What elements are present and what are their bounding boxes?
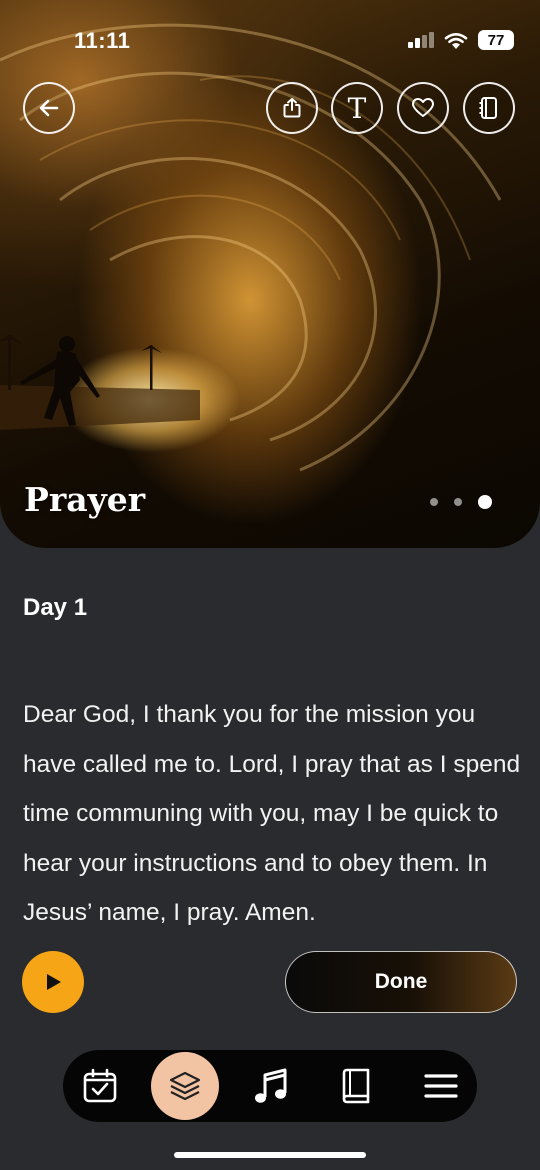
tab-menu[interactable] xyxy=(406,1050,476,1122)
arrow-left-icon xyxy=(39,99,59,117)
notebook-icon xyxy=(479,97,497,119)
wave-illustration xyxy=(0,23,502,472)
prayer-text: Dear God, I thank you for the mission yo… xyxy=(23,701,521,926)
carousel-dot[interactable] xyxy=(454,498,462,506)
tab-plan[interactable] xyxy=(65,1050,135,1122)
heart-icon xyxy=(412,98,434,117)
tab-layers[interactable] xyxy=(150,1050,220,1122)
hero-image: 11:11 77 T Prayer xyxy=(0,0,540,548)
share-button[interactable] xyxy=(266,82,318,134)
hero-title: Prayer xyxy=(24,480,146,519)
tab-music[interactable] xyxy=(236,1050,306,1122)
signal-icon xyxy=(408,32,434,48)
text-size-icon: T xyxy=(347,91,367,125)
wifi-icon xyxy=(444,32,468,49)
status-icons: 77 xyxy=(408,30,514,50)
battery-indicator: 77 xyxy=(478,30,514,50)
calendar-check-icon xyxy=(83,1068,117,1103)
home-indicator xyxy=(174,1152,366,1158)
carousel-dot-active[interactable] xyxy=(478,495,492,509)
share-icon xyxy=(283,98,301,118)
play-button[interactable] xyxy=(22,951,84,1013)
tab-bar xyxy=(63,1050,477,1122)
back-button[interactable] xyxy=(23,82,75,134)
book-icon xyxy=(342,1068,370,1104)
favorite-button[interactable] xyxy=(397,82,449,134)
layers-icon xyxy=(169,1071,201,1101)
menu-icon xyxy=(424,1074,458,1098)
day-label: Day 1 xyxy=(23,594,88,621)
done-button[interactable]: Done xyxy=(285,951,517,1013)
active-tab-bubble xyxy=(151,1052,219,1120)
tab-bible[interactable] xyxy=(321,1050,391,1122)
status-time: 11:11 xyxy=(74,28,131,53)
journal-button[interactable] xyxy=(463,82,515,134)
play-icon xyxy=(47,974,61,990)
carousel-dots[interactable] xyxy=(430,495,492,509)
music-note-icon xyxy=(255,1068,287,1103)
carousel-dot[interactable] xyxy=(430,498,438,506)
text-size-button[interactable]: T xyxy=(331,82,383,134)
